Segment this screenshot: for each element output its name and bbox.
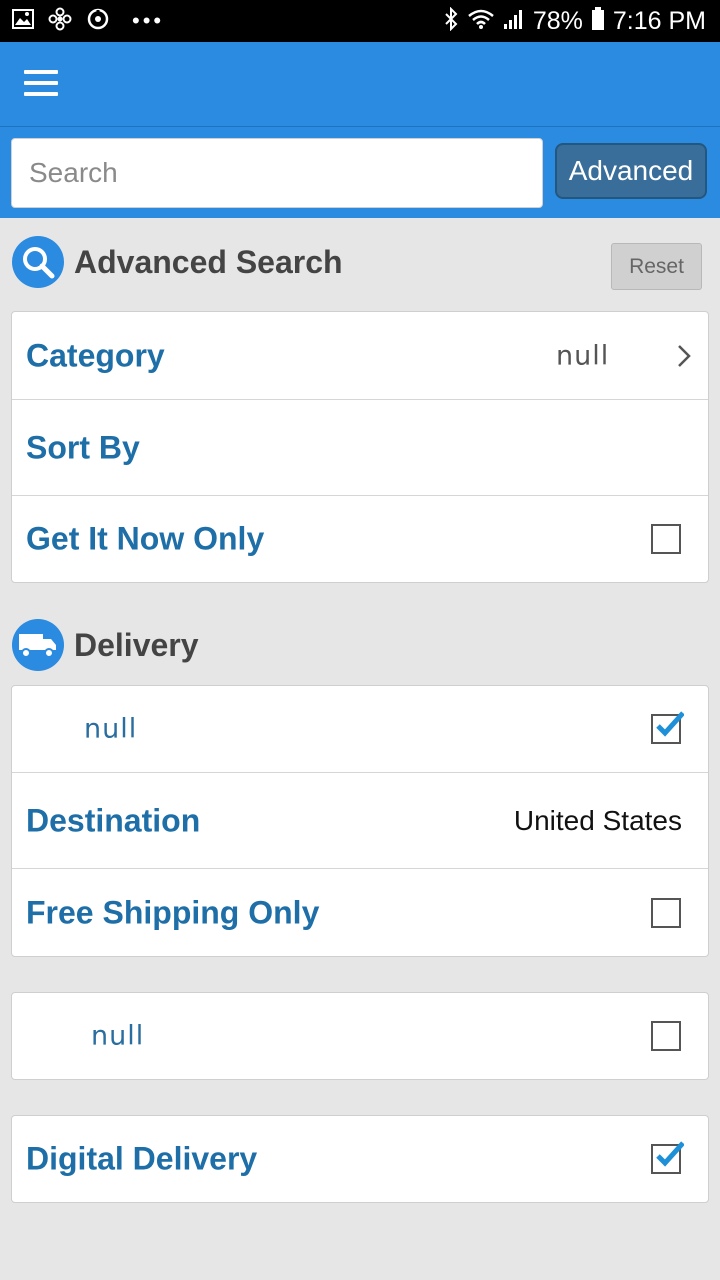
sort-by-label: Sort By (26, 429, 140, 465)
reset-button[interactable]: Reset (611, 243, 702, 290)
destination-row[interactable]: Destination United States (12, 773, 708, 869)
digital-delivery-card: Digital Delivery (11, 1115, 709, 1203)
fan-icon (48, 7, 72, 36)
extra-option-card: null (11, 992, 709, 1080)
advanced-search-card: Category null Sort By Get It Now Only (11, 311, 709, 583)
truck-icon (12, 619, 64, 671)
delivery-header: Delivery (12, 619, 199, 671)
sort-by-row[interactable]: Sort By (12, 400, 708, 496)
free-shipping-checkbox[interactable] (651, 897, 681, 928)
search-input[interactable] (11, 138, 543, 208)
search-icon (12, 236, 64, 288)
app-bar (0, 42, 720, 126)
get-it-now-checkbox[interactable] (651, 524, 681, 554)
image-icon (12, 8, 34, 34)
delivery-option-checkbox[interactable] (651, 711, 684, 744)
destination-value: United States (513, 804, 682, 836)
digital-delivery-checkbox[interactable] (651, 1141, 684, 1174)
overflow-dots: ••• (132, 8, 165, 33)
get-it-now-label: Get It Now Only (26, 520, 265, 557)
sync-icon (86, 7, 110, 36)
digital-delivery-row: Digital Delivery (12, 1116, 708, 1202)
destination-label: Destination (26, 802, 201, 838)
category-label: Category (26, 337, 165, 373)
category-value: null (556, 340, 610, 371)
status-right: 78% 7:16 PM (443, 6, 706, 36)
category-row[interactable]: Category null (12, 312, 708, 400)
hamburger-menu-icon[interactable] (24, 70, 60, 100)
delivery-title: Delivery (74, 626, 199, 663)
bluetooth-icon (443, 6, 459, 36)
free-shipping-label: Free Shipping Only (26, 894, 320, 930)
clock: 7:16 PM (612, 6, 706, 35)
extra-option-checkbox[interactable] (651, 1021, 681, 1051)
status-bar: ••• 78% 7:16 PM (0, 0, 720, 42)
chevron-right-icon (674, 342, 694, 370)
free-shipping-row: Free Shipping Only (12, 869, 708, 956)
delivery-option-label: null (84, 713, 138, 745)
signal-icon (503, 8, 525, 35)
search-bar: Advanced (0, 126, 720, 218)
wifi-icon (467, 8, 495, 35)
delivery-option-row: null (12, 686, 708, 773)
delivery-card: null Destination United States Free Ship… (11, 685, 709, 957)
digital-delivery-label: Digital Delivery (26, 1140, 258, 1177)
advanced-search-title: Advanced Search (74, 243, 343, 280)
battery-icon (591, 6, 605, 36)
extra-option-row: null (12, 993, 708, 1079)
advanced-button[interactable]: Advanced (555, 143, 707, 199)
status-left-icons: ••• (12, 7, 165, 36)
battery-percent: 78% (532, 6, 583, 35)
advanced-search-header: Advanced Search (12, 236, 343, 288)
extra-option-label: null (91, 1020, 145, 1052)
get-it-now-row: Get It Now Only (12, 496, 708, 582)
